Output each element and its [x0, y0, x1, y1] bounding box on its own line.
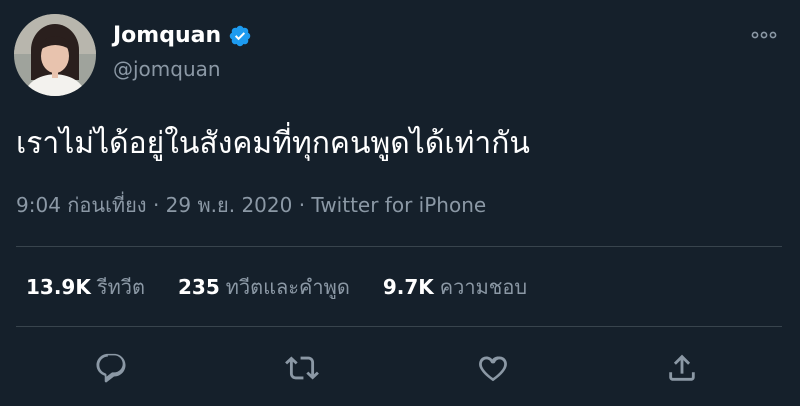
quotes-label: ทวีตและคำพูด [225, 275, 350, 299]
meta-separator: · [298, 193, 312, 217]
likes-stat[interactable]: 9.7K ความชอบ [383, 272, 527, 302]
share-button[interactable] [662, 348, 702, 388]
quotes-stat[interactable]: 235 ทวีตและคำพูด [178, 272, 350, 302]
tweet-date[interactable]: 29 พ.ย. 2020 [166, 193, 293, 217]
author-handle[interactable]: @jomquan [113, 55, 221, 83]
tweet-stats: 13.9K รีทวีต 235 ทวีตและคำพูด 9.7K ความช… [26, 272, 560, 302]
reply-button[interactable] [91, 348, 131, 388]
avatar[interactable] [14, 14, 96, 96]
retweets-count: 13.9K [26, 275, 91, 299]
action-bar [0, 348, 800, 388]
meta-separator: · [152, 193, 166, 217]
likes-count: 9.7K [382, 275, 434, 299]
more-options-icon[interactable] [751, 25, 777, 45]
tweet-text: เราไม่ได้อยู่ในสังคมที่ทุกคนพูดได้เท่ากั… [16, 126, 530, 161]
retweet-icon [285, 356, 319, 380]
retweets-stat[interactable]: 13.9K รีทวีต [26, 272, 145, 302]
tweet-meta: 9:04 ก่อนเที่ยง · 29 พ.ย. 2020 · Twitter… [16, 190, 486, 220]
likes-label: ความชอบ [439, 275, 528, 299]
divider [16, 246, 782, 247]
reply-icon [96, 353, 126, 383]
like-button[interactable] [473, 348, 513, 388]
author-name-row: Jomquan [113, 22, 252, 50]
tweet-time[interactable]: 9:04 ก่อนเที่ยง [16, 193, 147, 217]
tweet-source[interactable]: Twitter for iPhone [311, 193, 486, 217]
tweet-detail: Jomquan @jomquan เราไม่ได้อยู่ในสังคมที่… [0, 0, 800, 406]
divider [16, 326, 782, 327]
verified-badge-icon [228, 24, 252, 48]
author-display-name[interactable]: Jomquan [113, 22, 221, 50]
like-icon [479, 356, 507, 382]
share-icon [669, 354, 695, 381]
retweet-button[interactable] [282, 348, 322, 388]
quotes-count: 235 [178, 275, 220, 299]
retweets-label: รีทวีต [96, 275, 145, 299]
